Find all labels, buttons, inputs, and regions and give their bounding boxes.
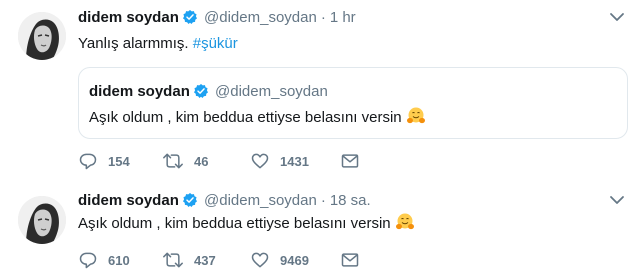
like-count: 9469 xyxy=(280,252,309,268)
avatar-photo xyxy=(18,12,66,60)
tweet-text: Yanlış alarmmış. #şükür xyxy=(78,34,238,54)
quoted-author-handle: @didem_soydan xyxy=(215,83,328,100)
reply-icon xyxy=(79,153,97,170)
reply-count: 154 xyxy=(108,153,130,169)
reply-button[interactable]: 610 xyxy=(78,250,130,270)
direct-message-icon xyxy=(341,154,359,168)
tweet[interactable]: didem soydan @didem_soydan · 1 hr Yanlış a… xyxy=(0,0,640,178)
quoted-tweet[interactable]: didem soydan @didem_soydan Aşık oldum , … xyxy=(78,67,628,139)
hashtag-link[interactable]: #şükür xyxy=(193,35,238,52)
quoted-tweet-header: didem soydan @didem_soydan xyxy=(89,82,328,105)
direct-message-button[interactable] xyxy=(340,250,370,270)
reply-icon xyxy=(79,252,97,269)
timestamp[interactable]: 18 sa. xyxy=(330,192,371,209)
retweet-count: 46 xyxy=(194,153,209,169)
tweet-text-content: Yanlış alarmmış. xyxy=(78,35,193,52)
tweet-header: didem soydan @didem_soydan · 1 hr xyxy=(78,8,356,28)
like-button[interactable]: 9469 xyxy=(250,250,309,270)
verified-badge-icon xyxy=(182,9,198,31)
retweet-icon xyxy=(163,252,183,268)
separator: · xyxy=(320,9,326,26)
direct-message-icon xyxy=(341,253,359,267)
quoted-text-content: Aşık oldum , kim beddua ettiyse belasını… xyxy=(89,109,402,126)
retweet-count: 437 xyxy=(194,252,216,268)
tweet-text-content: Aşık oldum , kim beddua ettiyse belasını… xyxy=(78,215,391,232)
retweet-icon xyxy=(163,153,183,169)
quoted-author-name: didem soydan xyxy=(89,83,190,100)
avatar[interactable] xyxy=(18,12,66,60)
author-name[interactable]: didem soydan xyxy=(78,9,179,26)
author-handle[interactable]: @didem_soydan xyxy=(204,192,317,209)
separator: · xyxy=(320,192,326,209)
verified-badge-icon xyxy=(182,192,198,214)
direct-message-button[interactable] xyxy=(340,151,370,171)
hugging-face-emoji xyxy=(406,106,426,132)
avatar-photo xyxy=(18,196,66,244)
like-count: 1431 xyxy=(280,153,309,169)
timestamp[interactable]: 1 hr xyxy=(330,9,356,26)
verified-badge-icon xyxy=(193,83,209,105)
quoted-tweet-text: Aşık oldum , kim beddua ettiyse belasını… xyxy=(89,106,426,132)
reply-button[interactable]: 154 xyxy=(78,151,130,171)
hugging-face-emoji xyxy=(395,212,415,238)
tweet-text: Aşık oldum , kim beddua ettiyse belasını… xyxy=(78,212,415,238)
retweet-button[interactable]: 437 xyxy=(162,250,216,270)
author-name[interactable]: didem soydan xyxy=(78,192,179,209)
chevron-down-icon[interactable] xyxy=(608,8,626,26)
author-handle[interactable]: @didem_soydan xyxy=(204,9,317,26)
reply-count: 610 xyxy=(108,252,130,268)
like-button[interactable]: 1431 xyxy=(250,151,309,171)
like-icon xyxy=(251,252,269,268)
like-icon xyxy=(251,153,269,169)
chevron-down-icon[interactable] xyxy=(608,191,626,209)
avatar[interactable] xyxy=(18,196,66,244)
tweet-header: didem soydan @didem_soydan · 18 sa. xyxy=(78,191,371,211)
retweet-button[interactable]: 46 xyxy=(162,151,208,171)
